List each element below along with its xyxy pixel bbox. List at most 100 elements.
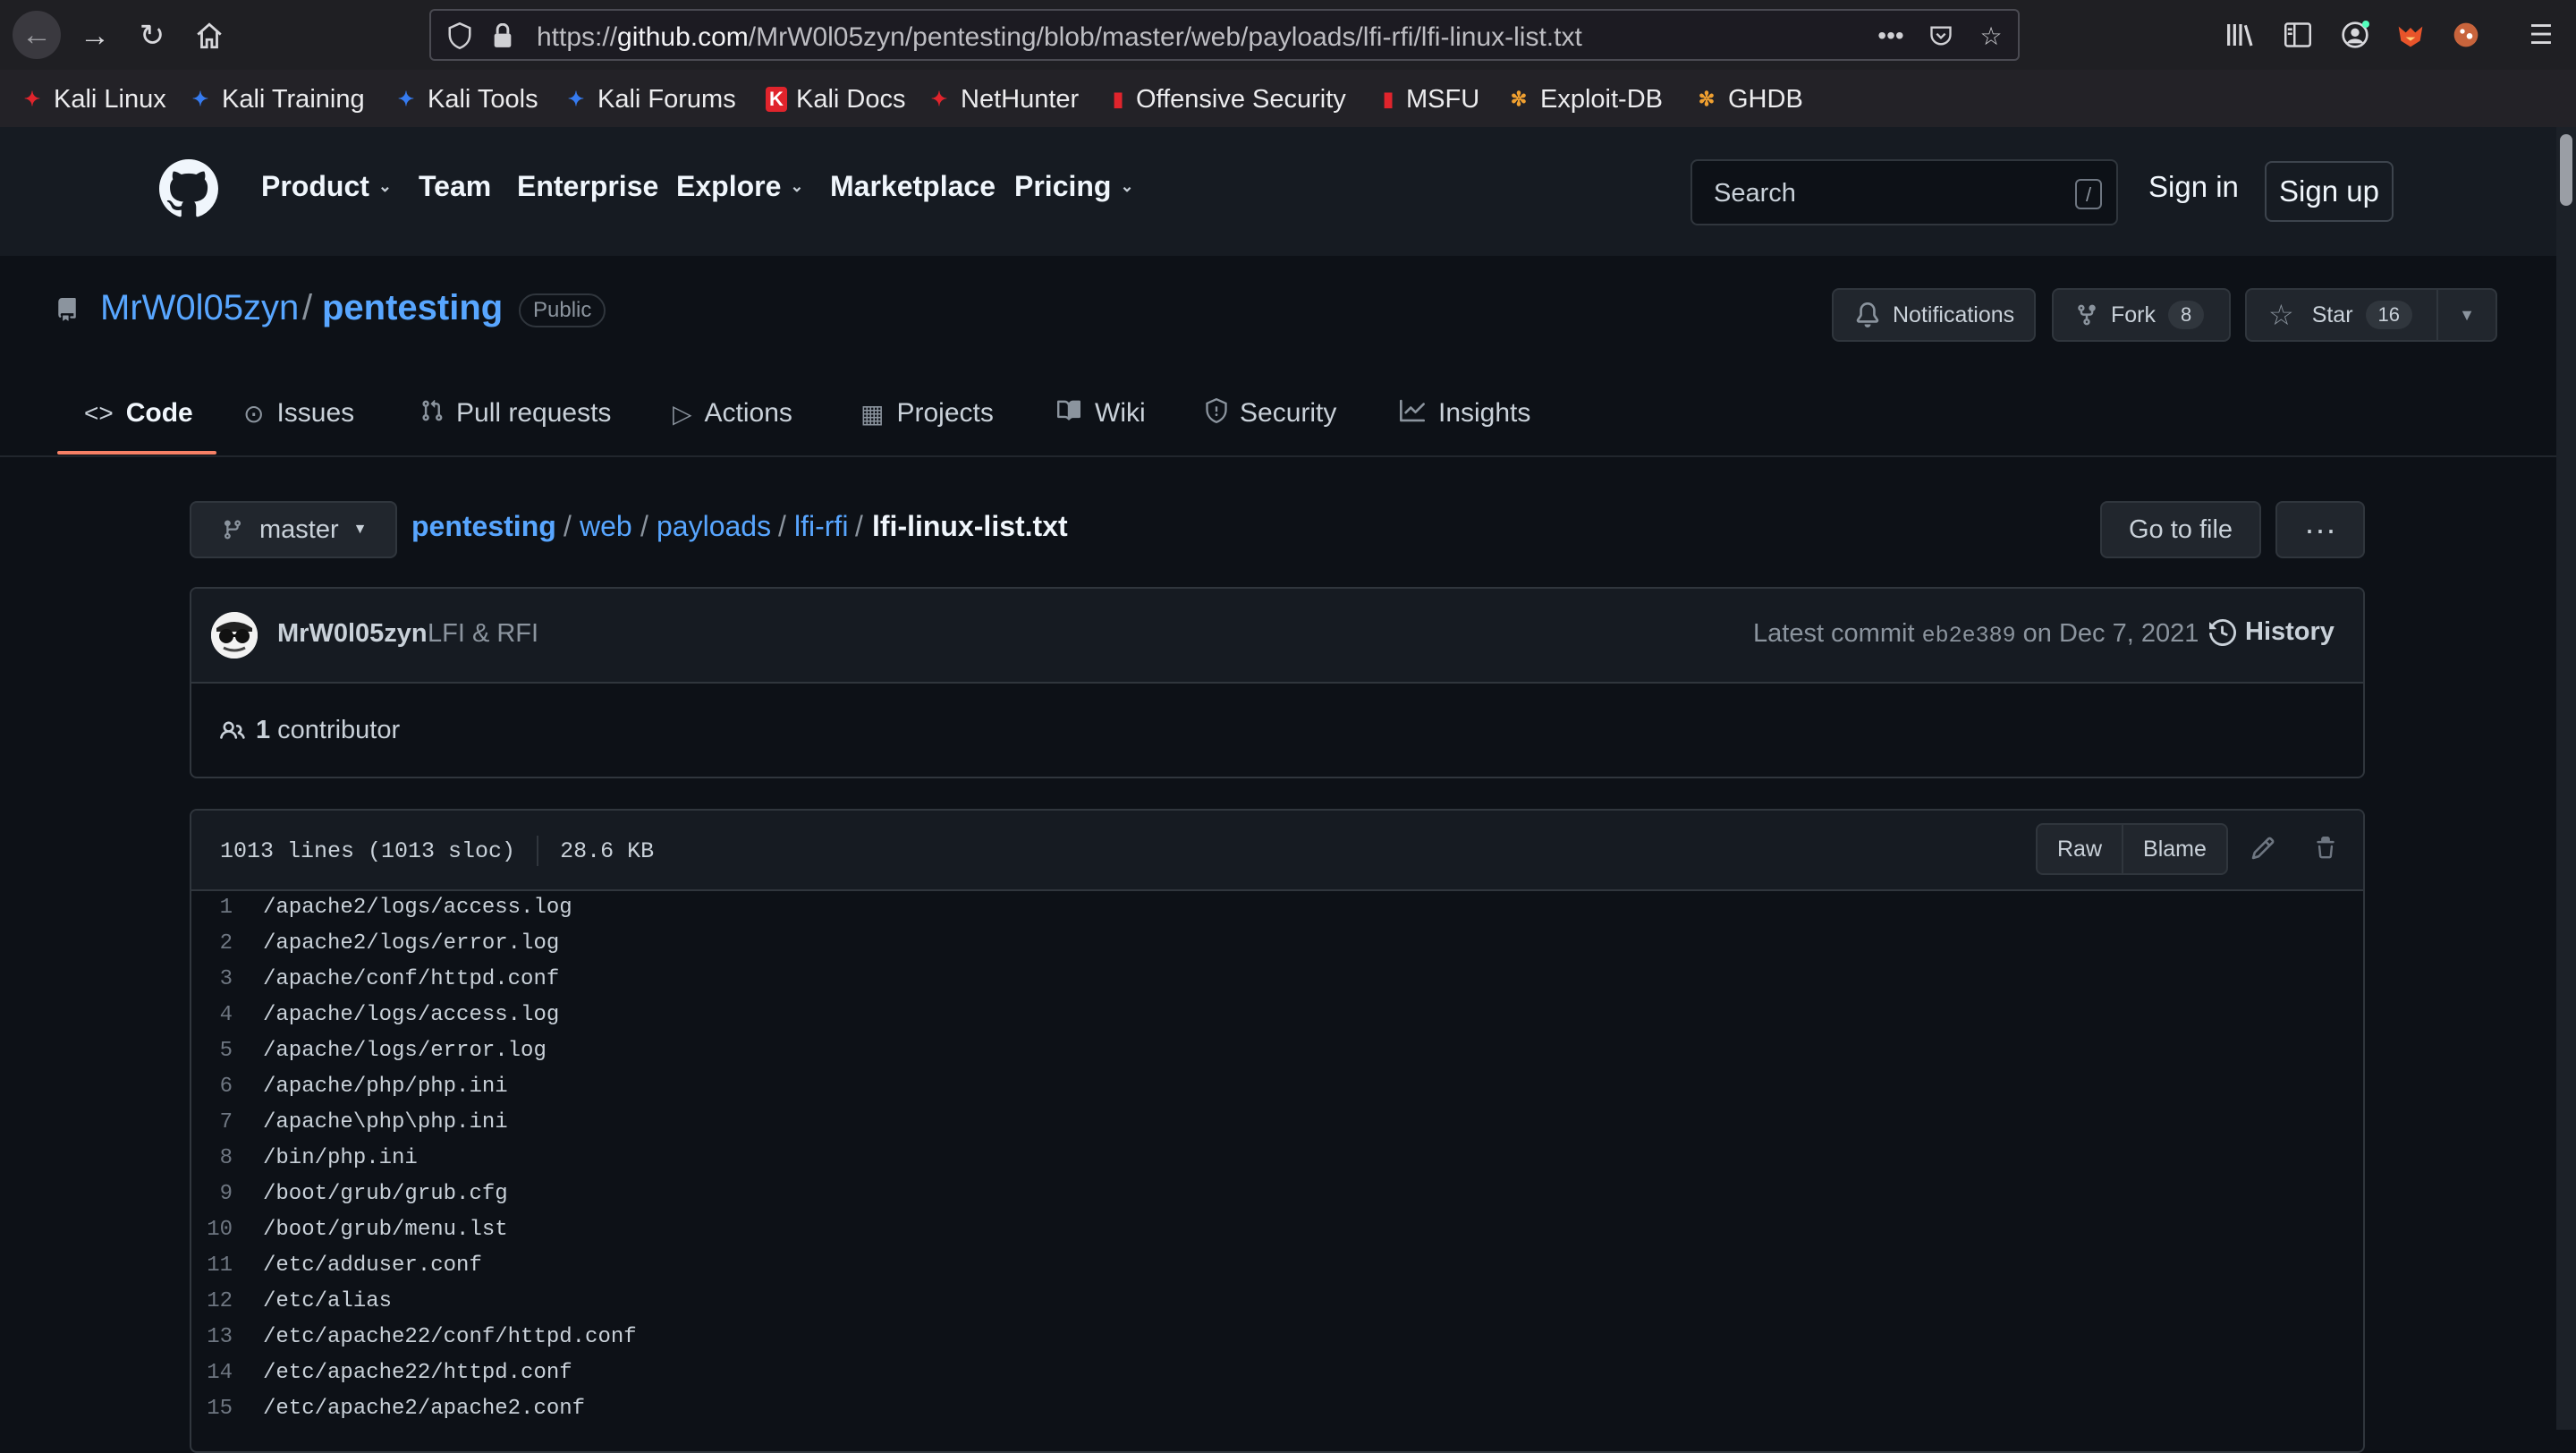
branch-icon	[222, 516, 243, 543]
line-number[interactable]: 15	[191, 1397, 263, 1421]
shield-icon[interactable]	[444, 20, 476, 52]
sidebar-icon[interactable]	[2279, 16, 2317, 54]
notifications-button[interactable]: Notifications	[1832, 288, 2036, 342]
star-button[interactable]: ☆ Star 16	[2245, 288, 2438, 342]
pencil-icon[interactable]	[2247, 832, 2279, 864]
url-text[interactable]: https://github.com/MrW0l05zyn/pentesting…	[537, 22, 1582, 53]
caret-down-icon: ▼	[2459, 305, 2475, 324]
bookmark-msfu[interactable]: ▮ MSFU	[1379, 81, 1479, 117]
nav-pricing[interactable]: Pricing ⌄	[1014, 170, 1134, 203]
nav-product[interactable]: Product ⌄	[261, 170, 392, 203]
nav-label: Marketplace	[830, 170, 996, 202]
line-number[interactable]: 5	[191, 1039, 263, 1063]
bookmark-kali-docs[interactable]: K Kali Docs	[766, 81, 906, 117]
tab-issues[interactable]: ⊙ Issues	[243, 392, 354, 435]
code-line: 15/etc/apache2/apache2.conf	[191, 1390, 2363, 1426]
graph-icon	[1399, 398, 1426, 429]
breadcrumb-repo[interactable]: pentesting	[411, 510, 556, 543]
lock-icon[interactable]	[487, 20, 519, 52]
bookmark-nethunter[interactable]: ✦ NetHunter	[927, 81, 1079, 117]
commit-message-link[interactable]: LFI & RFI	[428, 619, 538, 649]
reload-icon[interactable]: ↻	[131, 14, 174, 57]
line-number[interactable]: 7	[191, 1110, 263, 1134]
extension-foxyproxy-icon[interactable]	[2392, 16, 2429, 54]
repo-name-link[interactable]: pentesting	[322, 288, 503, 328]
page-scrollbar[interactable]	[2556, 127, 2576, 1430]
url-bar[interactable]: https://github.com/MrW0l05zyn/pentesting…	[429, 9, 2020, 61]
tab-insights[interactable]: Insights	[1399, 392, 1530, 435]
commit-sha-link[interactable]: eb2e389	[1922, 623, 2016, 649]
tab-wiki[interactable]: Wiki	[1055, 392, 1146, 435]
latest-commit-info: Latest commit eb2e389 on Dec 7, 2021	[1753, 619, 2199, 649]
star-count: 16	[2365, 301, 2413, 329]
line-number[interactable]: 12	[191, 1289, 263, 1313]
bookmark-label: NetHunter	[961, 84, 1080, 114]
github-logo-icon[interactable]	[159, 159, 218, 218]
tab-actions[interactable]: ▷ Actions	[673, 392, 792, 435]
bookmark-kali-linux[interactable]: ✦ Kali Linux	[20, 81, 166, 117]
nav-explore[interactable]: Explore ⌄	[676, 170, 803, 203]
line-number[interactable]: 3	[191, 967, 263, 991]
library-icon[interactable]	[2222, 16, 2259, 54]
nav-marketplace[interactable]: Marketplace	[830, 170, 996, 203]
code-line: 14/etc/apache22/httpd.conf	[191, 1355, 2363, 1390]
active-tab-indicator	[57, 451, 216, 455]
tab-code[interactable]: <> Code	[84, 392, 193, 435]
breadcrumb-web[interactable]: web	[580, 510, 632, 543]
forward-arrow-icon[interactable]: →	[73, 14, 116, 57]
tab-projects[interactable]: ▦ Projects	[860, 392, 994, 435]
line-number[interactable]: 10	[191, 1218, 263, 1242]
bookmark-kali-tools[interactable]: ✦ Kali Tools	[394, 81, 538, 117]
line-number[interactable]: 2	[191, 931, 263, 956]
bookmark-ghdb[interactable]: ✼ GHDB	[1694, 81, 1803, 117]
fork-button[interactable]: Fork 8	[2052, 288, 2231, 342]
history-link[interactable]: History	[2209, 617, 2334, 647]
back-arrow-icon[interactable]: ←	[13, 11, 61, 59]
breadcrumb-lfi-rfi[interactable]: lfi-rfi	[794, 510, 848, 543]
avatar[interactable]	[211, 612, 258, 659]
page-actions-icon[interactable]: •••	[1875, 20, 1907, 52]
extension-wappalyzer-icon[interactable]	[2447, 16, 2485, 54]
tab-security[interactable]: Security	[1206, 392, 1336, 435]
pocket-icon[interactable]	[1925, 20, 1957, 52]
kali-icon: ✦	[397, 88, 415, 110]
branch-selector[interactable]: master ▼	[190, 501, 397, 558]
bookmark-label: GHDB	[1728, 84, 1803, 114]
menu-hamburger-icon[interactable]: ☰	[2522, 16, 2560, 54]
line-number[interactable]: 1	[191, 896, 263, 920]
home-icon[interactable]	[188, 14, 231, 57]
contributors-link[interactable]: 1 contributor	[218, 716, 400, 745]
bookmark-kali-forums[interactable]: ✦ Kali Forums	[564, 81, 736, 117]
more-options-button[interactable]: ···	[2275, 501, 2365, 558]
nav-enterprise[interactable]: Enterprise	[517, 170, 658, 203]
go-to-file-button[interactable]: Go to file	[2100, 501, 2261, 558]
sign-up-button[interactable]: Sign up	[2265, 161, 2394, 222]
star-bookmark-icon[interactable]: ☆	[1975, 20, 2007, 52]
star-dropdown-button[interactable]: ▼	[2436, 288, 2497, 342]
raw-button[interactable]: Raw	[2038, 825, 2122, 873]
bookmark-kali-training[interactable]: ✦ Kali Training	[188, 81, 365, 117]
bookmark-exploit-db[interactable]: ✼ Exploit-DB	[1506, 81, 1663, 117]
blame-button[interactable]: Blame	[2122, 825, 2226, 873]
bookmark-offensive-security[interactable]: ▮ Offensive Security	[1109, 81, 1346, 117]
tab-pull-requests[interactable]: Pull requests	[420, 392, 611, 435]
line-content: /boot/grub/grub.cfg	[263, 1181, 508, 1206]
account-icon[interactable]	[2336, 16, 2374, 54]
line-number[interactable]: 11	[191, 1253, 263, 1278]
line-content: /etc/apache22/conf/httpd.conf	[263, 1324, 637, 1349]
trash-icon[interactable]	[2309, 832, 2342, 864]
line-number[interactable]: 13	[191, 1325, 263, 1349]
nav-label: Enterprise	[517, 170, 659, 202]
line-number[interactable]: 9	[191, 1182, 263, 1206]
nav-team[interactable]: Team	[419, 170, 491, 203]
line-number[interactable]: 4	[191, 1003, 263, 1027]
scrollbar-thumb[interactable]	[2560, 134, 2572, 206]
sign-in-link[interactable]: Sign in	[2148, 170, 2239, 204]
repo-owner-link[interactable]: MrW0l05zyn	[100, 288, 299, 328]
line-number[interactable]: 6	[191, 1075, 263, 1099]
search-input[interactable]: Search /	[1690, 159, 2118, 225]
line-number[interactable]: 14	[191, 1361, 263, 1385]
commit-author-link[interactable]: MrW0l05zyn	[277, 619, 428, 649]
line-number[interactable]: 8	[191, 1146, 263, 1170]
breadcrumb-payloads[interactable]: payloads	[657, 510, 771, 543]
